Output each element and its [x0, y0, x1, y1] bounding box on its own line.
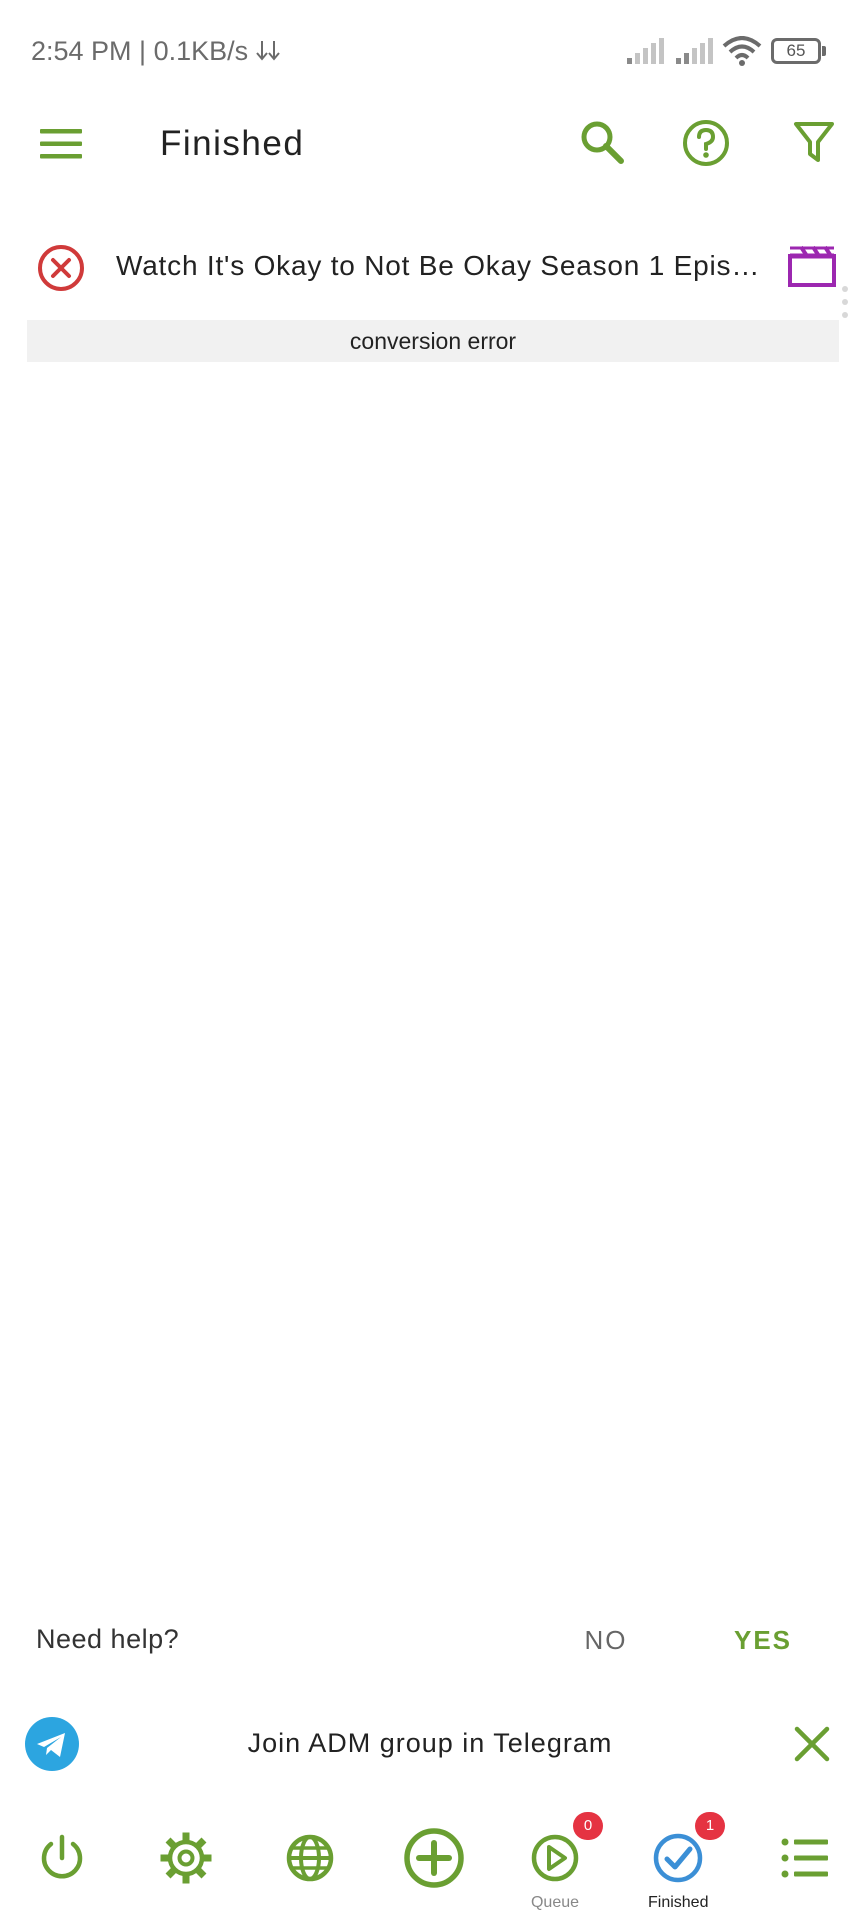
nav-add-download[interactable] [402, 1826, 466, 1890]
filter-button[interactable] [782, 110, 846, 174]
telegram-banner-text: Join ADM group in Telegram [247, 1728, 613, 1758]
status-bar: 2:54 PM | 0.1KB/s 65 [0, 0, 864, 104]
power-icon [41, 1834, 83, 1879]
nav-list[interactable] [776, 1830, 832, 1886]
video-file-icon [788, 245, 836, 287]
nav-finished[interactable]: Finished [648, 1830, 708, 1912]
nav-settings[interactable] [158, 1830, 214, 1886]
help-button[interactable] [673, 110, 739, 176]
add-circle-icon [404, 1828, 464, 1888]
hamburger-menu-icon [40, 129, 82, 159]
queue-count-badge: 0 [573, 1812, 603, 1840]
globe-icon [286, 1834, 334, 1882]
menu-button[interactable] [24, 112, 100, 176]
nav-queue[interactable]: Queue [527, 1830, 583, 1912]
close-icon [794, 1726, 830, 1762]
battery-level: 65 [771, 38, 821, 64]
check-circle-icon [653, 1833, 703, 1883]
nav-finished-label: Finished [648, 1894, 709, 1911]
help-question: Need help? [36, 1624, 180, 1654]
status-time-speed: 2:54 PM | 0.1KB/s [31, 36, 249, 66]
filter-icon [794, 122, 834, 162]
nav-browser[interactable] [282, 1830, 338, 1886]
help-circle-icon [683, 120, 729, 166]
nav-queue-label: Queue [530, 1894, 580, 1911]
battery-icon: 65 [771, 38, 827, 64]
wifi-icon [722, 36, 762, 66]
error-circle-icon [38, 245, 84, 291]
cell-signal-icon [627, 38, 664, 64]
more-options-icon[interactable] [838, 284, 852, 320]
data-transfer-icon [256, 41, 280, 61]
cell-signal-icon [676, 38, 713, 64]
nav-power[interactable] [34, 1830, 90, 1886]
finished-count-badge: 1 [695, 1812, 725, 1840]
close-banner-button[interactable] [788, 1720, 836, 1768]
search-button[interactable] [570, 110, 634, 174]
battery-cap [822, 46, 826, 56]
app-screen: 2:54 PM | 0.1KB/s 65 Finished Watch It's… [0, 0, 864, 1920]
play-circle-icon [531, 1834, 579, 1882]
no-button[interactable]: NO [574, 1620, 638, 1660]
download-title: Watch It's Okay to Not Be Okay Season 1 … [116, 250, 770, 281]
gear-icon [160, 1832, 212, 1884]
telegram-icon [25, 1717, 79, 1771]
search-icon [581, 121, 624, 164]
download-status: conversion error [27, 320, 839, 362]
yes-button[interactable]: YES [728, 1620, 798, 1660]
list-icon [781, 1838, 828, 1878]
page-title: Finished [160, 124, 305, 163]
